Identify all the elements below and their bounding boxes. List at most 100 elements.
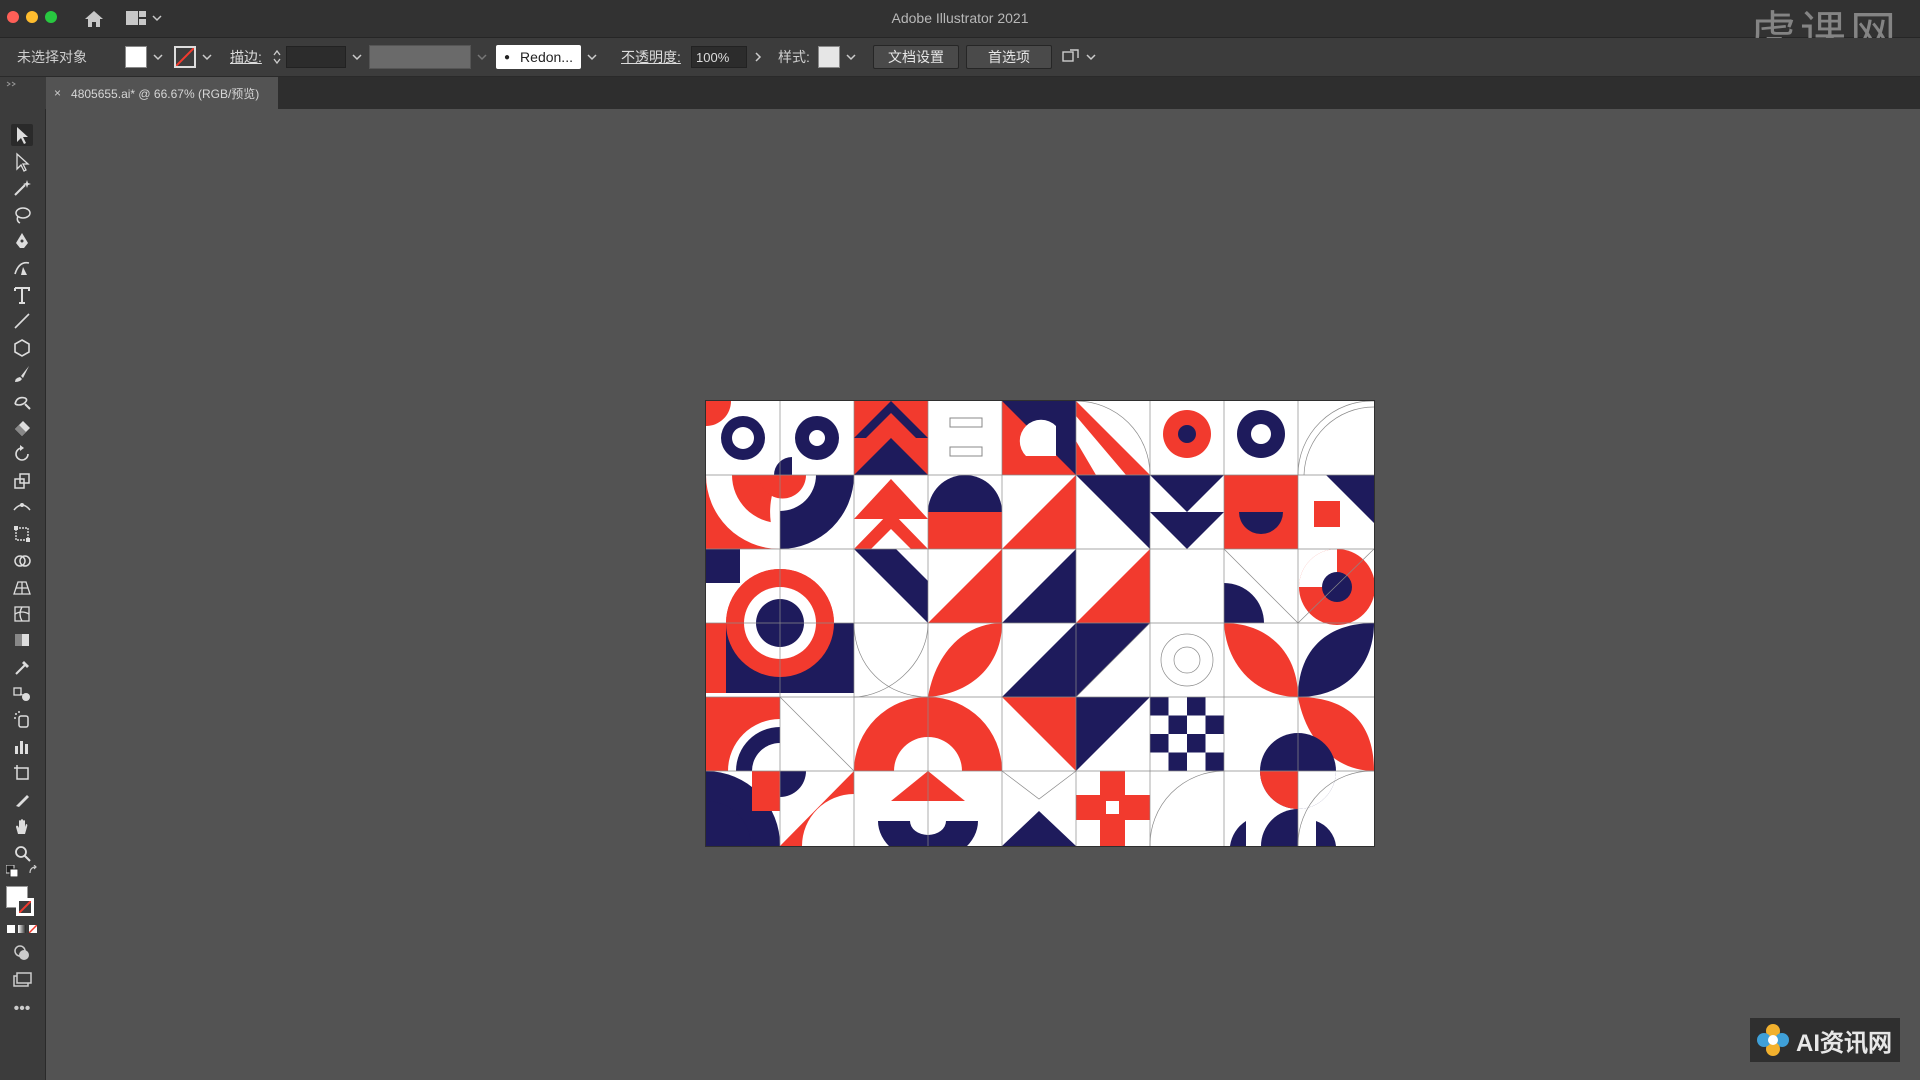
direct-selection-icon	[16, 152, 30, 172]
slice-tool[interactable]	[11, 789, 33, 811]
selection-icon	[17, 127, 28, 144]
stroke-label[interactable]: 描边:	[230, 38, 262, 76]
toolbar-header	[0, 77, 46, 109]
mesh-tool[interactable]	[11, 603, 33, 625]
screen-mode-icon	[13, 972, 32, 987]
variable-width-profile[interactable]	[369, 38, 487, 76]
fill-swatch[interactable]	[125, 46, 147, 68]
artboard-icon	[14, 765, 29, 781]
fill-stroke-indicator[interactable]	[6, 886, 40, 920]
hand-icon	[16, 818, 28, 834]
stroke-color-box[interactable]	[16, 898, 34, 916]
gradient-tool[interactable]	[11, 629, 33, 651]
shaper-icon	[14, 396, 31, 410]
shaper-tool[interactable]	[11, 390, 33, 412]
magic-wand-tool[interactable]	[11, 177, 33, 199]
document-tab-title: 4805655.ai* @ 66.67% (RGB/预览)	[71, 86, 260, 101]
ellipse-tool[interactable]	[11, 337, 33, 359]
chevron-down-icon[interactable]	[352, 52, 362, 62]
blend-tool[interactable]	[11, 683, 33, 705]
selection-status: 未选择对象	[17, 49, 87, 65]
artboard-tool[interactable]	[11, 762, 33, 784]
lasso-icon	[15, 207, 31, 224]
column-graph-tool[interactable]	[11, 736, 33, 758]
style-control[interactable]	[818, 38, 856, 76]
opacity-control[interactable]: 100%	[691, 38, 763, 76]
corner-logo: AI资讯网	[1750, 1018, 1900, 1062]
line-segment-tool[interactable]	[11, 310, 33, 332]
no-color-icon	[29, 925, 37, 933]
edit-toolbar-icon[interactable]: •••	[11, 1001, 33, 1026]
chevron-down-icon[interactable]	[153, 52, 163, 62]
free-transform-tool[interactable]	[11, 523, 33, 545]
free-transform-icon	[14, 526, 30, 542]
corner-logo-text: AI资讯网	[1796, 1029, 1892, 1057]
document-setup-button[interactable]: 文档设置	[873, 45, 959, 69]
graphic-style-swatch[interactable]	[818, 46, 840, 68]
brush-definition[interactable]: ● Redon...	[496, 38, 597, 76]
stroke-weight-field[interactable]	[286, 46, 346, 68]
direct-selection-tool[interactable]	[11, 151, 33, 173]
tools-panel: •••	[0, 109, 46, 1080]
lasso-tool[interactable]	[11, 204, 33, 226]
brush-dropdown[interactable]: ● Redon...	[496, 45, 581, 69]
collapse-panel-icon[interactable]	[6, 81, 18, 87]
draw-normal-icon	[14, 945, 29, 960]
stepper-arrows-icon[interactable]	[272, 47, 282, 67]
width-tool[interactable]	[11, 496, 33, 518]
shape-builder-tool[interactable]	[11, 550, 33, 572]
default-fill-stroke-icon[interactable]	[6, 865, 18, 877]
type-tool[interactable]	[11, 284, 33, 306]
color-mode-button[interactable]	[7, 925, 15, 933]
swap-fill-stroke-icon[interactable]	[28, 865, 40, 877]
symbol-sprayer-icon	[14, 711, 29, 728]
chevron-down-icon[interactable]	[202, 52, 212, 62]
ellipse-icon	[14, 338, 30, 357]
zoom-icon	[15, 846, 31, 862]
perspective-grid-tool[interactable]	[11, 576, 33, 598]
paintbrush-tool[interactable]	[11, 363, 33, 385]
artboard[interactable]	[706, 401, 1374, 846]
document-tab[interactable]: × 4805655.ai* @ 66.67% (RGB/预览)	[46, 77, 278, 109]
title-bar: Adobe Illustrator 2021 虎课网	[0, 0, 1920, 56]
pen-tool[interactable]	[11, 230, 33, 252]
curvature-icon	[14, 261, 30, 275]
default-colors-control[interactable]	[6, 865, 40, 879]
opacity-label[interactable]: 不透明度:	[621, 38, 681, 76]
chevron-down-icon[interactable]	[477, 52, 487, 62]
rotate-icon	[15, 445, 29, 461]
gradient-icon	[15, 634, 29, 647]
drawing-mode-tool[interactable]	[11, 942, 33, 964]
eraser-tool[interactable]	[11, 417, 33, 439]
stroke-weight-stepper[interactable]	[272, 38, 362, 76]
selection-tool[interactable]	[11, 124, 33, 146]
chevron-down-icon[interactable]	[587, 52, 597, 62]
rotate-tool[interactable]	[11, 443, 33, 465]
scale-tool[interactable]	[11, 470, 33, 492]
opacity-field[interactable]: 100%	[691, 46, 747, 68]
curvature-tool[interactable]	[11, 257, 33, 279]
scale-icon	[14, 473, 30, 489]
screen-mode-tool[interactable]	[11, 969, 33, 991]
stroke-swatch[interactable]	[174, 46, 196, 68]
zoom-tool[interactable]	[11, 842, 33, 864]
fill-swatch-control[interactable]	[125, 38, 163, 76]
none-mode-button[interactable]	[29, 925, 37, 933]
arrange-documents-icon[interactable]	[1062, 49, 1080, 65]
chevron-down-icon[interactable]	[1086, 52, 1096, 62]
stroke-swatch-control[interactable]	[174, 38, 212, 76]
hand-tool[interactable]	[11, 816, 33, 838]
eyedropper-tool[interactable]	[11, 656, 33, 678]
blend-icon	[13, 686, 30, 701]
type-icon	[14, 286, 30, 304]
variable-width-preview[interactable]	[369, 45, 471, 69]
preferences-button[interactable]: 首选项	[966, 45, 1052, 69]
symbol-sprayer-tool[interactable]	[11, 709, 33, 731]
arrange-documents-control[interactable]	[1062, 38, 1096, 76]
brush-name: Redon...	[520, 49, 573, 65]
eyedropper-icon	[15, 661, 29, 675]
chevron-down-icon[interactable]	[846, 52, 856, 62]
close-tab-icon[interactable]: ×	[54, 86, 61, 100]
chevron-right-icon[interactable]	[753, 52, 763, 62]
gradient-mode-button[interactable]	[18, 925, 26, 933]
